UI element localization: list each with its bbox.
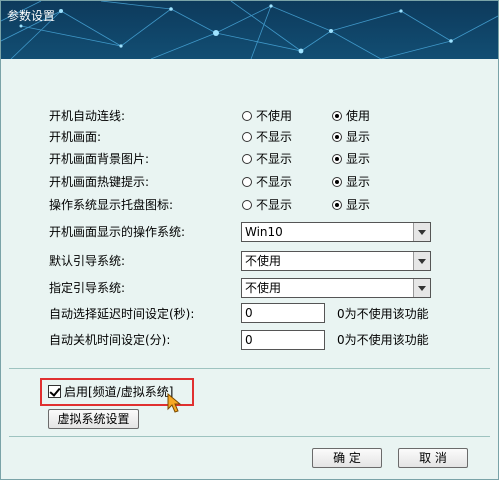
radio-label: 不显示	[256, 175, 293, 189]
radio-dot	[332, 200, 342, 210]
radio-tray-icon-on[interactable]: 显示	[332, 197, 370, 213]
radio-dot	[242, 177, 252, 187]
radio-tray-icon-off[interactable]: 不显示	[242, 197, 292, 213]
option-label-tray-icon: 操作系统显示托盘图标:	[49, 198, 174, 212]
network-banner-graphic	[1, 1, 498, 59]
radio-dot	[242, 111, 252, 121]
chevron-down-icon[interactable]	[413, 279, 430, 297]
virtual-system-settings-button[interactable]: 虚拟系统设置	[48, 409, 139, 429]
timer-label-select-delay: 自动选择延迟时间设定(秒):	[49, 307, 195, 321]
radio-boot-screen-off[interactable]: 不显示	[242, 129, 292, 145]
radio-boot-bg-image-on[interactable]: 显示	[332, 151, 370, 167]
radio-dot	[242, 154, 252, 164]
auto-shutdown-input[interactable]: 0	[241, 330, 325, 350]
select-value: 不使用	[245, 254, 282, 268]
radio-dot	[332, 111, 342, 121]
window-title: 参数设置	[7, 9, 56, 23]
radio-hotkey-hint-on[interactable]: 显示	[332, 174, 370, 190]
radio-auto-connect-off[interactable]: 不使用	[242, 108, 292, 124]
radio-boot-bg-image-off[interactable]: 不显示	[242, 151, 292, 167]
radio-label: 使用	[346, 109, 371, 123]
option-label-boot-bg-image: 开机画面背景图片:	[49, 152, 150, 166]
radio-label: 不显示	[256, 152, 293, 166]
radio-boot-screen-on[interactable]: 显示	[332, 129, 370, 145]
ok-button[interactable]: 确 定	[312, 448, 382, 468]
option-label-auto-connect: 开机自动连线:	[49, 109, 126, 123]
select-value: 不使用	[245, 281, 282, 295]
auto-shutdown-hint: 0为不使用该功能	[337, 333, 429, 347]
option-label-boot-screen: 开机画面:	[49, 130, 102, 144]
radio-label: 不显示	[256, 130, 293, 144]
radio-dot	[332, 154, 342, 164]
radio-dot	[332, 177, 342, 187]
radio-auto-connect-on[interactable]: 使用	[332, 108, 370, 124]
radio-label: 显示	[346, 130, 371, 144]
radio-dot	[242, 200, 252, 210]
radio-label: 不显示	[256, 198, 293, 212]
select-delay-input[interactable]: 0	[241, 303, 325, 323]
cancel-button[interactable]: 取 消	[398, 448, 468, 468]
option-label-hotkey-hint: 开机画面热键提示:	[49, 175, 150, 189]
chevron-down-icon[interactable]	[413, 223, 430, 241]
divider	[9, 436, 490, 437]
timer-label-auto-shutdown: 自动关机时间设定(分):	[49, 333, 171, 347]
radio-label: 不使用	[256, 109, 293, 123]
default-boot-select[interactable]: 不使用	[241, 251, 431, 271]
settings-dialog: 参数设置 开机自动连线: 不使用 使用 开机画面: 不显示 显示 开机画面背景图…	[0, 0, 499, 480]
select-delay-hint: 0为不使用该功能	[337, 307, 429, 321]
specified-boot-select[interactable]: 不使用	[241, 278, 431, 298]
radio-dot	[242, 132, 252, 142]
radio-dot	[332, 132, 342, 142]
title-banner: 参数设置	[1, 1, 498, 59]
select-label-boot-os: 开机画面显示的操作系统:	[49, 225, 186, 239]
boot-os-select[interactable]: Win10	[241, 222, 431, 242]
select-label-specified-boot: 指定引导系统:	[49, 281, 126, 295]
divider	[9, 368, 490, 369]
select-value: Win10	[245, 225, 283, 239]
radio-hotkey-hint-off[interactable]: 不显示	[242, 174, 292, 190]
select-label-default-boot: 默认引导系统:	[49, 254, 126, 268]
radio-label: 显示	[346, 152, 371, 166]
mouse-cursor-icon	[167, 393, 182, 413]
radio-label: 显示	[346, 198, 371, 212]
chevron-down-icon[interactable]	[413, 252, 430, 270]
radio-label: 显示	[346, 175, 371, 189]
